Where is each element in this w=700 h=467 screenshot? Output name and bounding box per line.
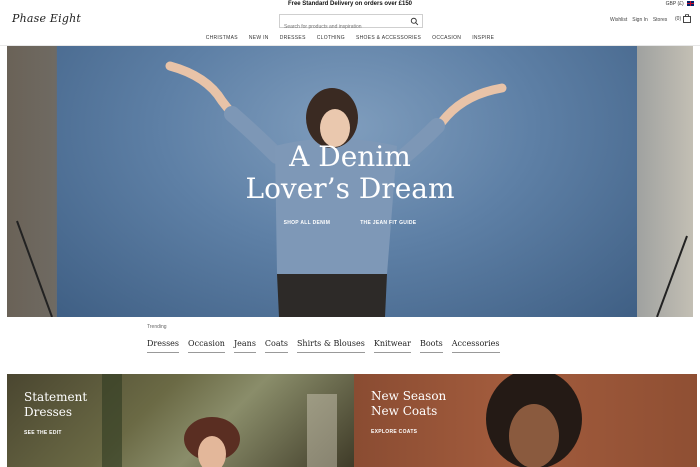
stores-link[interactable]: Stores <box>653 17 667 23</box>
search-input[interactable] <box>280 21 408 33</box>
tile-title: Statement Dresses <box>24 390 87 420</box>
nav-item-dresses[interactable]: DRESSES <box>280 35 306 45</box>
trending-knitwear[interactable]: Knitwear <box>373 339 411 353</box>
trending-boots[interactable]: Boots <box>419 339 443 353</box>
bag-icon <box>683 14 692 23</box>
trending-dresses[interactable]: Dresses <box>147 339 180 353</box>
bag-count: (0) <box>675 15 682 22</box>
nav-item-clothing[interactable]: CLOTHING <box>317 35 345 45</box>
tile-title-line1: Statement <box>24 390 88 404</box>
hero-title-line2: Lover’s Dream <box>245 172 455 205</box>
tile-title: New Season New Coats <box>371 389 446 419</box>
trending-coats[interactable]: Coats <box>264 339 288 353</box>
shop-all-denim-link[interactable]: SHOP ALL DENIM <box>284 220 331 226</box>
nav-item-new-in[interactable]: NEW IN <box>249 35 269 45</box>
uk-flag-icon <box>687 1 694 7</box>
promo-text: Free Standard Delivery on orders over £1… <box>287 1 413 7</box>
brand-logo[interactable]: Phase Eight <box>12 12 81 25</box>
nav-item-occasion[interactable]: OCCASION <box>432 35 461 45</box>
see-the-edit-link[interactable]: SEE THE EDIT <box>24 430 62 436</box>
hero-links: SHOP ALL DENIM THE JEAN FIT GUIDE <box>7 220 693 226</box>
tile-title-line2: Dresses <box>24 405 73 419</box>
trending-label: Trending <box>147 324 167 330</box>
hero-title: A Denim Lover’s Dream <box>7 141 693 205</box>
bag-button[interactable]: (0) <box>675 14 692 23</box>
trending-accessories[interactable]: Accessories <box>451 339 500 353</box>
hero-banner[interactable]: A Denim Lover’s Dream SHOP ALL DENIM THE… <box>7 46 693 317</box>
trending-occasion[interactable]: Occasion <box>188 339 225 353</box>
promo-bar: Free Standard Delivery on orders over £1… <box>0 0 700 9</box>
trending-shirts-blouses[interactable]: Shirts & Blouses <box>296 339 365 353</box>
jean-fit-guide-link[interactable]: THE JEAN FIT GUIDE <box>360 220 416 226</box>
nav-item-shoes-accessories[interactable]: SHOES & ACCESSORIES <box>356 35 421 45</box>
tile-title-line1: New Season <box>371 389 447 403</box>
search-box[interactable] <box>279 14 423 33</box>
coats-tile-image <box>486 374 582 467</box>
main-nav: CHRISTMAS NEW IN DRESSES CLOTHING SHOES … <box>0 35 700 45</box>
statement-dresses-tile[interactable]: Statement Dresses SEE THE EDIT <box>7 374 354 467</box>
tile-title-line2: New Coats <box>371 404 438 418</box>
currency-selector[interactable]: GBP (£) <box>666 0 694 9</box>
currency-label: GBP (£) <box>665 1 684 7</box>
account-links: Wishlist Sign In Stores <box>610 17 667 23</box>
hero-title-line1: A Denim <box>289 140 411 173</box>
trending-links: Dresses Occasion Jeans Coats Shirts & Bl… <box>147 339 500 353</box>
sign-in-link[interactable]: Sign In <box>632 17 648 23</box>
wishlist-link[interactable]: Wishlist <box>610 17 627 23</box>
explore-coats-link[interactable]: EXPLORE COATS <box>371 429 417 435</box>
nav-item-christmas[interactable]: CHRISTMAS <box>206 35 238 45</box>
search-icon[interactable] <box>410 17 419 26</box>
trending-jeans[interactable]: Jeans <box>233 339 256 353</box>
nav-item-inspire[interactable]: INSPIRE <box>472 35 494 45</box>
new-coats-tile[interactable]: New Season New Coats EXPLORE COATS <box>354 374 697 467</box>
dresses-tile-image <box>102 374 337 467</box>
